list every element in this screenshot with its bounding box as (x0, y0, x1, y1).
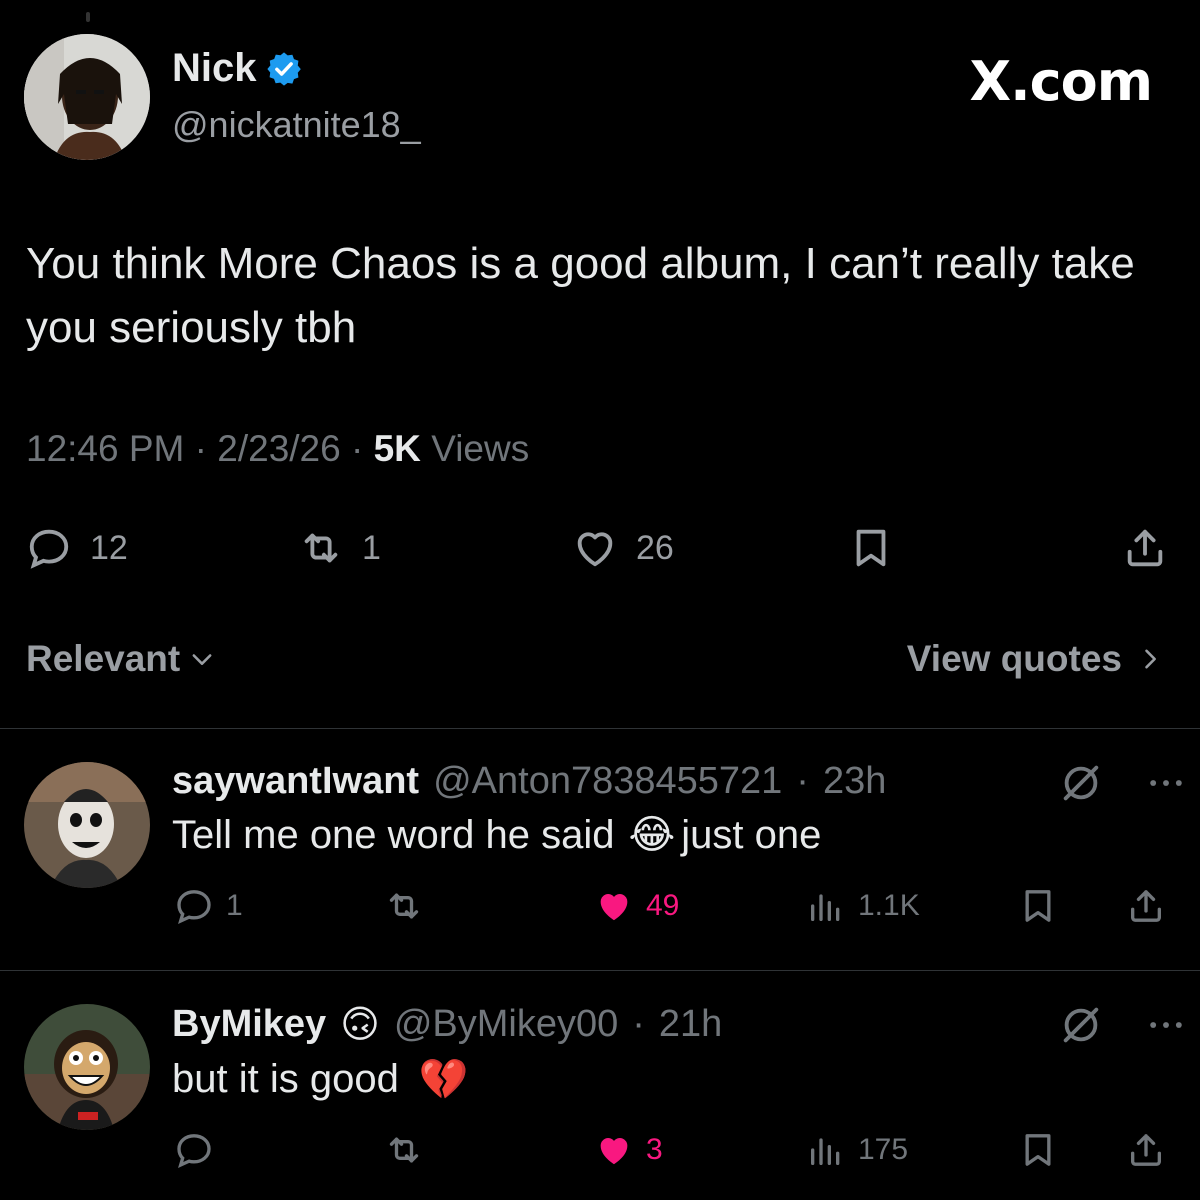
broken-heart-emoji-icon: 💔 (418, 1058, 469, 1102)
tweet-text: You think More Chaos is a good album, I … (26, 239, 1135, 352)
grok-icon[interactable] (1058, 1002, 1104, 1048)
divider (0, 970, 1200, 971)
reply-avatar[interactable] (24, 762, 150, 888)
reply-time[interactable]: 23h (823, 760, 886, 803)
views-action[interactable]: 1.1K (806, 886, 920, 926)
tweet-date[interactable]: 2/23/26 (217, 428, 340, 469)
heart-filled-icon (600, 894, 628, 921)
heart-icon (577, 532, 613, 567)
share-action[interactable] (1122, 520, 1168, 576)
repost-action[interactable] (384, 886, 436, 926)
reply-author-name[interactable]: saywantIwant (172, 760, 419, 803)
analytics-icon (811, 1138, 840, 1165)
repost-icon (304, 533, 338, 563)
chevron-right-icon (1145, 649, 1156, 669)
share-icon (1127, 529, 1163, 567)
analytics-icon (811, 894, 840, 921)
reply-author-handle[interactable]: @Anton7838455721 (433, 760, 782, 803)
share-icon (1131, 1134, 1161, 1166)
views-action[interactable]: 175 (806, 1130, 908, 1170)
tweet-time[interactable]: 12:46 PM (26, 428, 184, 469)
view-quotes-link[interactable]: View quotes (907, 638, 1164, 680)
like-action[interactable]: 26 (572, 520, 674, 576)
divider (0, 728, 1200, 729)
reply-action[interactable]: 1 (174, 886, 243, 926)
more-options-icon[interactable] (1144, 761, 1188, 805)
heart-filled-icon (600, 1138, 628, 1165)
meta-separator: · (796, 760, 809, 802)
meta-separator: · (351, 428, 374, 469)
repost-icon (389, 893, 419, 919)
repost-action[interactable] (384, 1130, 436, 1170)
reply-top-icons (1058, 1002, 1188, 1048)
views-count: 1.1K (858, 889, 920, 922)
author-name[interactable]: Nick (172, 46, 303, 91)
meta-separator: · (632, 1003, 645, 1045)
reply-action[interactable]: 12 (26, 520, 128, 576)
share-action[interactable] (1126, 886, 1166, 926)
like-count: 26 (636, 528, 674, 567)
reply-text: but it is good 💔 (172, 1056, 469, 1103)
reply-action-bar: 1 49 1.1K (0, 886, 1200, 936)
repost-count: 1 (362, 528, 381, 567)
reply-header: saywantIwant @Anton7838455721 · 23h (172, 760, 886, 803)
reply-count: 1 (226, 889, 243, 922)
reply-text: Tell me one word he said 😂 just one (172, 812, 821, 858)
share-icon (1131, 890, 1161, 922)
reply-icon (177, 1134, 211, 1169)
reply-icon (177, 890, 211, 925)
reply-text-tail: just one (681, 812, 822, 857)
upside-down-face-emoji-icon: 🙃 (340, 1004, 380, 1046)
chevron-down-icon (192, 654, 212, 665)
views-count: 5K (373, 428, 421, 469)
author-handle[interactable]: @nickatnite18_ (172, 104, 421, 146)
reply-author-name[interactable]: ByMikey (172, 1003, 326, 1046)
bookmark-action[interactable] (1018, 886, 1058, 926)
grok-icon[interactable] (1058, 760, 1104, 806)
bookmark-icon (1025, 1134, 1051, 1166)
reply-top-icons (1058, 760, 1188, 806)
top-indicator (86, 12, 90, 22)
bookmark-icon (856, 529, 886, 567)
verified-badge-icon (266, 51, 301, 86)
like-action[interactable]: 49 (594, 886, 679, 926)
reply-action-bar: 3 175 (0, 1130, 1200, 1180)
bookmark-action[interactable] (1018, 1130, 1058, 1170)
like-count: 49 (646, 889, 680, 922)
author-avatar[interactable] (24, 34, 150, 160)
view-quotes-label: View quotes (906, 638, 1122, 679)
reply-header: ByMikey 🙃 @ByMikey00 · 21h (172, 1002, 722, 1047)
brand-logo: X.com (969, 50, 1153, 113)
bookmark-icon (1025, 890, 1051, 922)
reply-icon (29, 529, 69, 569)
meta-separator: · (194, 428, 218, 469)
author-name-text[interactable]: Nick (172, 46, 257, 91)
reply-text-body: Tell me one word he said (172, 812, 615, 857)
reply-action[interactable] (174, 1130, 226, 1170)
reply-avatar[interactable] (24, 1004, 150, 1130)
views-label: Views (431, 428, 530, 469)
reply-author-handle[interactable]: @ByMikey00 (394, 1003, 618, 1046)
sort-label: Relevant (26, 638, 181, 679)
reply-text-body: but it is good (172, 1057, 399, 1101)
tweet-meta: 12:46 PM · 2/23/26 · 5K Views (26, 428, 529, 470)
reply-time[interactable]: 21h (659, 1003, 722, 1046)
bookmark-action[interactable] (848, 520, 894, 576)
laughing-emoji-icon: 😂 (628, 813, 676, 857)
sort-dropdown[interactable]: Relevant (26, 638, 216, 680)
views-count: 175 (858, 1133, 909, 1166)
repost-icon (389, 1137, 419, 1163)
more-options-icon[interactable] (1144, 1003, 1188, 1047)
reply-count: 12 (90, 528, 128, 567)
like-action[interactable]: 3 (594, 1130, 663, 1170)
like-count: 3 (646, 1133, 663, 1166)
repost-action[interactable]: 1 (298, 520, 381, 576)
share-action[interactable] (1126, 1130, 1166, 1170)
